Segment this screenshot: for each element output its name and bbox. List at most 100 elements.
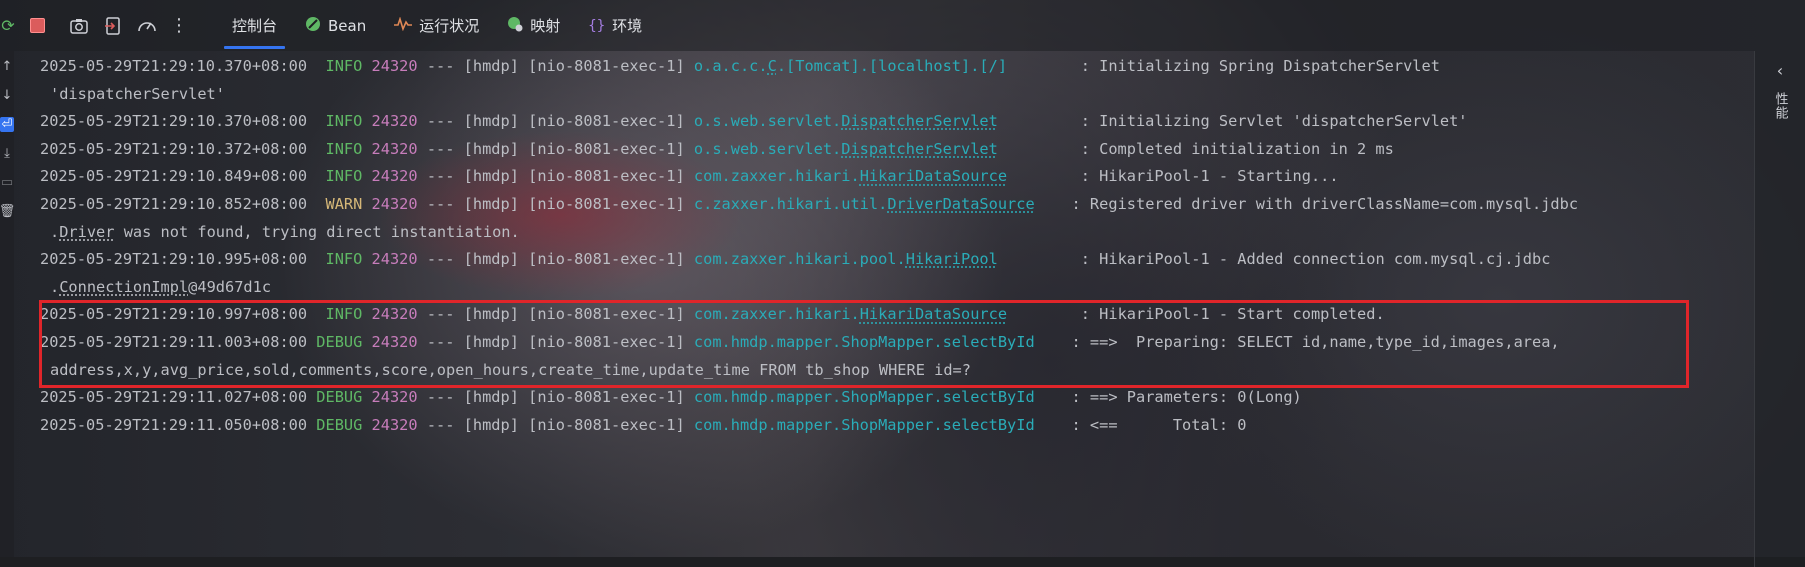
log-message-continued: .: [50, 222, 60, 241]
log-line: 2025-05-29T21:29:10.849+08:00 INFO 24320…: [40, 163, 1578, 191]
log-pid: 24320: [371, 332, 418, 351]
log-thread: --- [hmdp] [nio-8081-exec-1]: [417, 250, 694, 269]
tab-console-label: 控制台: [232, 17, 278, 35]
tab-environment[interactable]: {} 环境: [574, 0, 656, 51]
print-icon[interactable]: ▭: [1, 175, 13, 190]
bean-icon: [305, 16, 321, 36]
log-level: INFO: [307, 139, 372, 158]
log-timestamp: 2025-05-29T21:29:10.852+08:00: [40, 194, 308, 213]
log-line: 2025-05-29T21:29:11.027+08:00 DEBUG 2432…: [40, 384, 1578, 412]
log-level: DEBUG: [307, 415, 372, 434]
log-pid: 24320: [371, 388, 418, 407]
tab-mapping-label: 映射: [530, 17, 561, 35]
logger-link[interactable]: DriverDataSource: [887, 195, 1034, 213]
log-logger: o.s.web.servlet.: [693, 112, 842, 131]
exit-icon[interactable]: [102, 15, 124, 37]
log-timestamp: 2025-05-29T21:29:10.372+08:00: [40, 139, 308, 158]
logger-link[interactable]: HikariDataSource: [860, 167, 1007, 185]
log-line: 2025-05-29T21:29:11.003+08:00 DEBUG 2432…: [40, 329, 1578, 357]
screenshot-icon[interactable]: [68, 15, 90, 37]
dashboard-icon[interactable]: [136, 15, 158, 37]
log-logger-suffix: .[Tomcat].[localhost].[/]: [776, 57, 1008, 75]
log-thread: --- [hmdp] [nio-8081-exec-1]: [417, 57, 694, 75]
health-icon: [394, 15, 413, 35]
log-thread: --- [hmdp] [nio-8081-exec-1]: [417, 415, 694, 434]
arrow-down-icon[interactable]: ↓: [2, 88, 13, 103]
tab-console[interactable]: 控制台: [218, 0, 291, 51]
more-icon[interactable]: ⋮: [168, 15, 190, 37]
log-level: INFO: [307, 112, 372, 131]
log-level: DEBUG: [307, 388, 372, 407]
log-timestamp: 2025-05-29T21:29:10.995+08:00: [40, 250, 308, 269]
log-line-continuation: .Driver was not found, trying direct ins…: [40, 219, 1578, 247]
log-logger: o.a.c.c.: [693, 57, 768, 75]
log-timestamp: 2025-05-29T21:29:10.997+08:00: [40, 305, 308, 324]
log-message: : ==> Parameters: 0(Long): [1071, 388, 1302, 407]
log-message: : Completed initialization in 2 ms: [1080, 139, 1394, 158]
tab-mapping[interactable]: 映射: [493, 0, 574, 51]
log-timestamp: 2025-05-29T21:29:10.370+08:00: [40, 57, 308, 75]
log-thread: --- [hmdp] [nio-8081-exec-1]: [417, 112, 694, 131]
log-pid: 24320: [371, 305, 418, 324]
log-message-continued: address,x,y,avg_price,sold,comments,scor…: [50, 360, 971, 379]
class-link[interactable]: ConnectionImpl: [59, 278, 188, 296]
log-message: : HikariPool-1 - Starting...: [1080, 167, 1339, 186]
log-timestamp: 2025-05-29T21:29:11.050+08:00: [40, 415, 308, 434]
log-logger: com.hmdp.mapper.ShopMapper.selectById: [693, 332, 1035, 351]
log-pid: 24320: [371, 57, 418, 75]
log-message: : Registered driver with driverClassName…: [1071, 194, 1579, 213]
log-message-continued: was not found, trying direct instantiati…: [114, 222, 520, 241]
log-line: 2025-05-29T21:29:10.370+08:00 INFO 24320…: [40, 53, 1578, 81]
performance-tab[interactable]: 性能: [1771, 92, 1790, 120]
console-side-toolbar: ↑ ↓ ⏎ ⤓ ▭ 🗑: [0, 51, 15, 565]
logger-link[interactable]: DispatcherServlet: [841, 140, 998, 158]
tab-health-label: 运行状况: [419, 17, 480, 35]
log-line: 2025-05-29T21:29:10.997+08:00 INFO 24320…: [40, 301, 1578, 329]
log-level: INFO: [307, 250, 372, 269]
log-level: INFO: [307, 305, 372, 324]
scroll-to-end-icon[interactable]: ⤓: [4, 146, 10, 161]
log-pid: 24320: [371, 167, 418, 186]
chevron-left-icon[interactable]: ‹: [1777, 61, 1783, 80]
log-pid: 24320: [371, 415, 418, 434]
log-timestamp: 2025-05-29T21:29:10.849+08:00: [40, 167, 308, 186]
rerun-icon[interactable]: ⟳: [0, 15, 16, 37]
console-output[interactable]: 2025-05-29T21:29:10.370+08:00 INFO 24320…: [40, 53, 1578, 439]
logger-link[interactable]: HikariDataSource: [860, 305, 1007, 323]
log-pid: 24320: [371, 139, 418, 158]
log-logger: c.zaxxer.hikari.util.: [693, 194, 888, 213]
trash-icon[interactable]: 🗑: [0, 204, 15, 219]
log-message: : Initializing Servlet 'dispatcherServle…: [1080, 112, 1468, 131]
log-level: INFO: [307, 167, 372, 186]
console-toolbar: ⟳ ⋮ 控制台 Bean 运行状况 映射 {} 环境: [0, 0, 1805, 51]
soft-wrap-icon[interactable]: ⏎: [0, 117, 14, 132]
arrow-up-icon[interactable]: ↑: [2, 59, 13, 74]
log-timestamp: 2025-05-29T21:29:11.027+08:00: [40, 388, 308, 407]
log-logger: com.zaxxer.hikari.pool.: [693, 250, 906, 269]
log-logger: com.zaxxer.hikari.: [693, 167, 860, 186]
log-thread: --- [hmdp] [nio-8081-exec-1]: [417, 167, 694, 186]
log-message-continued: 'dispatcherServlet': [50, 84, 225, 103]
right-tool-strip: ‹ 性能: [1754, 51, 1805, 567]
log-logger: o.s.web.servlet.: [693, 139, 842, 158]
log-timestamp: 2025-05-29T21:29:10.370+08:00: [40, 112, 308, 131]
tab-bean[interactable]: Bean: [291, 0, 380, 51]
tab-bean-label: Bean: [328, 16, 367, 35]
log-line-continuation: 'dispatcherServlet': [40, 81, 1578, 109]
log-level: WARN: [307, 194, 372, 213]
log-thread: --- [hmdp] [nio-8081-exec-1]: [417, 332, 694, 351]
class-link[interactable]: Driver: [59, 223, 114, 241]
logger-link[interactable]: DispatcherServlet: [841, 112, 998, 130]
log-pid: 24320: [371, 194, 418, 213]
log-logger: com.zaxxer.hikari.: [693, 305, 860, 324]
tab-health[interactable]: 运行状况: [380, 0, 493, 51]
log-message-continued: @49d67d1c: [188, 277, 272, 296]
log-message: : HikariPool-1 - Start completed.: [1080, 305, 1385, 324]
log-logger: com.hmdp.mapper.ShopMapper.selectById: [693, 415, 1035, 434]
logger-link[interactable]: C: [768, 57, 777, 75]
logger-link[interactable]: HikariPool: [906, 250, 998, 268]
log-line-continuation: address,x,y,avg_price,sold,comments,scor…: [40, 357, 1578, 385]
log-line: 2025-05-29T21:29:10.370+08:00 INFO 24320…: [40, 108, 1578, 136]
log-pid: 24320: [371, 112, 418, 131]
stop-icon[interactable]: [26, 15, 48, 37]
